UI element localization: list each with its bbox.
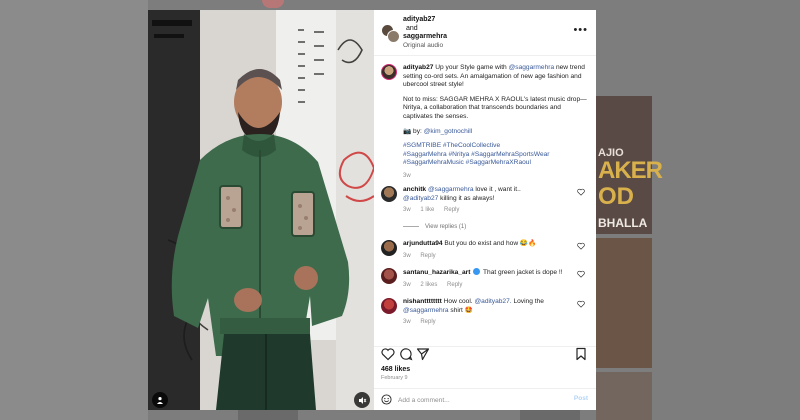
comment-body: Loving the xyxy=(513,298,544,305)
comment-text: nishantttttttt How cool. @adityab27. Lov… xyxy=(403,298,573,327)
comment-text: santanu_hazarika_art That green jacket i… xyxy=(403,268,573,289)
header-usernames: adityab27 and saggarmehra Original audio xyxy=(403,16,447,50)
avatar[interactable] xyxy=(381,186,397,202)
comment-body: shirt 🤩 xyxy=(450,306,473,314)
background-tile-text: AKER xyxy=(598,157,663,184)
user-tag-button[interactable] xyxy=(152,392,168,408)
verified-badge-icon xyxy=(473,268,481,275)
caption-text-part: Up your Style game with xyxy=(435,64,507,71)
caption-text: adityab27 Up your Style game with @sagga… xyxy=(403,64,591,181)
avatar[interactable] xyxy=(381,268,397,284)
background-tile[interactable] xyxy=(596,238,652,368)
avatar[interactable] xyxy=(387,30,400,43)
collab-avatars[interactable] xyxy=(381,24,400,43)
comment-time[interactable]: 3w xyxy=(403,319,411,325)
avatar[interactable] xyxy=(381,240,397,256)
comment-time[interactable]: 3w xyxy=(403,282,411,288)
mention-link[interactable]: @saggarmehra xyxy=(509,64,555,71)
mention-link[interactable]: @adityab27 xyxy=(403,195,438,202)
post-header: adityab27 and saggarmehra Original audio… xyxy=(374,10,596,56)
caption-time[interactable]: 3w xyxy=(403,172,591,181)
background-tile xyxy=(520,410,580,420)
likes-count[interactable]: 468 likes xyxy=(381,366,410,373)
reply-button[interactable]: Reply xyxy=(444,207,459,213)
header-and: and xyxy=(406,24,418,32)
comment-meta: 3w 2 likes Reply xyxy=(403,281,573,290)
comment-icon[interactable] xyxy=(399,347,413,361)
comment-username[interactable]: nishantttttttt xyxy=(403,298,442,305)
bookmark-icon[interactable] xyxy=(574,347,588,361)
background-left-strip xyxy=(0,0,148,420)
comment-time[interactable]: 3w xyxy=(403,253,411,259)
comment-body: That green jacket is dope !! xyxy=(483,269,563,276)
comment-like-icon[interactable] xyxy=(577,242,585,250)
comment-like-icon[interactable] xyxy=(577,188,585,196)
post-photo xyxy=(148,10,374,410)
avatar[interactable] xyxy=(381,298,397,314)
avatar[interactable] xyxy=(381,64,397,80)
user-tag-icon xyxy=(157,397,163,404)
mention-link[interactable]: @saggarmehra xyxy=(403,307,449,314)
comment-likes[interactable]: 1 like xyxy=(420,207,434,213)
background-tile-text: OD xyxy=(598,183,634,210)
mention-link[interactable]: @adityab27. xyxy=(474,298,511,305)
hashtags[interactable]: #SGMTRIBE #TheCoolCollective xyxy=(403,142,500,149)
comment-text: arjundutta94 But you do exist and how 😂🔥… xyxy=(403,240,573,260)
background-tile xyxy=(238,410,298,420)
caption-paragraph: Not to miss: SAGGAR MEHRA X RAOUL's late… xyxy=(403,95,587,120)
comment-username[interactable]: arjundutta94 xyxy=(403,240,443,247)
add-comment-bar: Post xyxy=(374,388,596,410)
comment-meta: 3w 1 like Reply xyxy=(403,206,573,215)
background-tile[interactable] xyxy=(596,372,652,420)
mention-link[interactable]: @saggarmehra xyxy=(428,186,474,193)
comment-text: anchitk @saggarmehra love it , want it..… xyxy=(403,186,573,215)
comment-body: love it , want it.. xyxy=(475,186,521,193)
background-tile-text: BHALLA xyxy=(598,216,648,230)
view-replies-button[interactable]: View replies (1) xyxy=(403,224,466,230)
comment-meta: 3w Reply xyxy=(403,318,573,327)
comments-scroll-area[interactable]: adityab27 Up your Style game with @sagga… xyxy=(374,56,596,348)
share-icon[interactable] xyxy=(416,347,430,361)
post-media[interactable] xyxy=(148,10,374,410)
comment-username[interactable]: santanu_hazarika_art xyxy=(403,269,470,276)
post-details-panel: adityab27 and saggarmehra Original audio… xyxy=(374,10,596,410)
comment-body: But you do exist and how 😂🔥 xyxy=(444,240,537,247)
caption-username[interactable]: adityab27 xyxy=(403,64,433,71)
audio-label[interactable]: Original audio xyxy=(403,42,443,49)
comment-likes[interactable]: 2 likes xyxy=(420,282,437,288)
reply-button[interactable]: Reply xyxy=(447,282,462,288)
divider xyxy=(403,225,419,227)
heart-icon[interactable] xyxy=(381,347,395,361)
comment-input[interactable] xyxy=(398,393,558,407)
audio-muted-icon xyxy=(358,396,366,404)
hashtags[interactable]: #SaggarMehraMusic #SaggarMehraXRaoul xyxy=(403,159,531,166)
comment-like-icon[interactable] xyxy=(577,270,585,278)
view-replies-label[interactable]: View replies (1) xyxy=(425,224,466,230)
reply-button[interactable]: Reply xyxy=(420,253,435,259)
audio-toggle-button[interactable] xyxy=(354,392,370,408)
comment-like-icon[interactable] xyxy=(577,300,585,308)
header-user-2[interactable]: saggarmehra xyxy=(403,33,447,40)
comment-meta: 3w Reply xyxy=(403,252,573,261)
comment-body: killing it as always! xyxy=(440,194,495,202)
post-button[interactable]: Post xyxy=(574,395,588,402)
more-options-icon[interactable]: ••• xyxy=(573,24,588,36)
emoji-icon[interactable] xyxy=(381,394,392,405)
mention-link[interactable]: @kim_gotnochill xyxy=(424,128,472,135)
camera-credit: 📷 by: xyxy=(403,127,422,135)
hashtags[interactable]: #SaggarMehra #Nritya #SaggarMehraSportsW… xyxy=(403,151,549,158)
header-user-1[interactable]: adityab27 xyxy=(403,16,435,23)
comment-time[interactable]: 3w xyxy=(403,207,411,213)
comment-body: How cool. xyxy=(443,298,473,305)
reply-button[interactable]: Reply xyxy=(420,319,435,325)
action-bar xyxy=(374,346,596,364)
post-date[interactable]: February 9 xyxy=(381,375,408,381)
comment-username[interactable]: anchitk xyxy=(403,186,426,193)
